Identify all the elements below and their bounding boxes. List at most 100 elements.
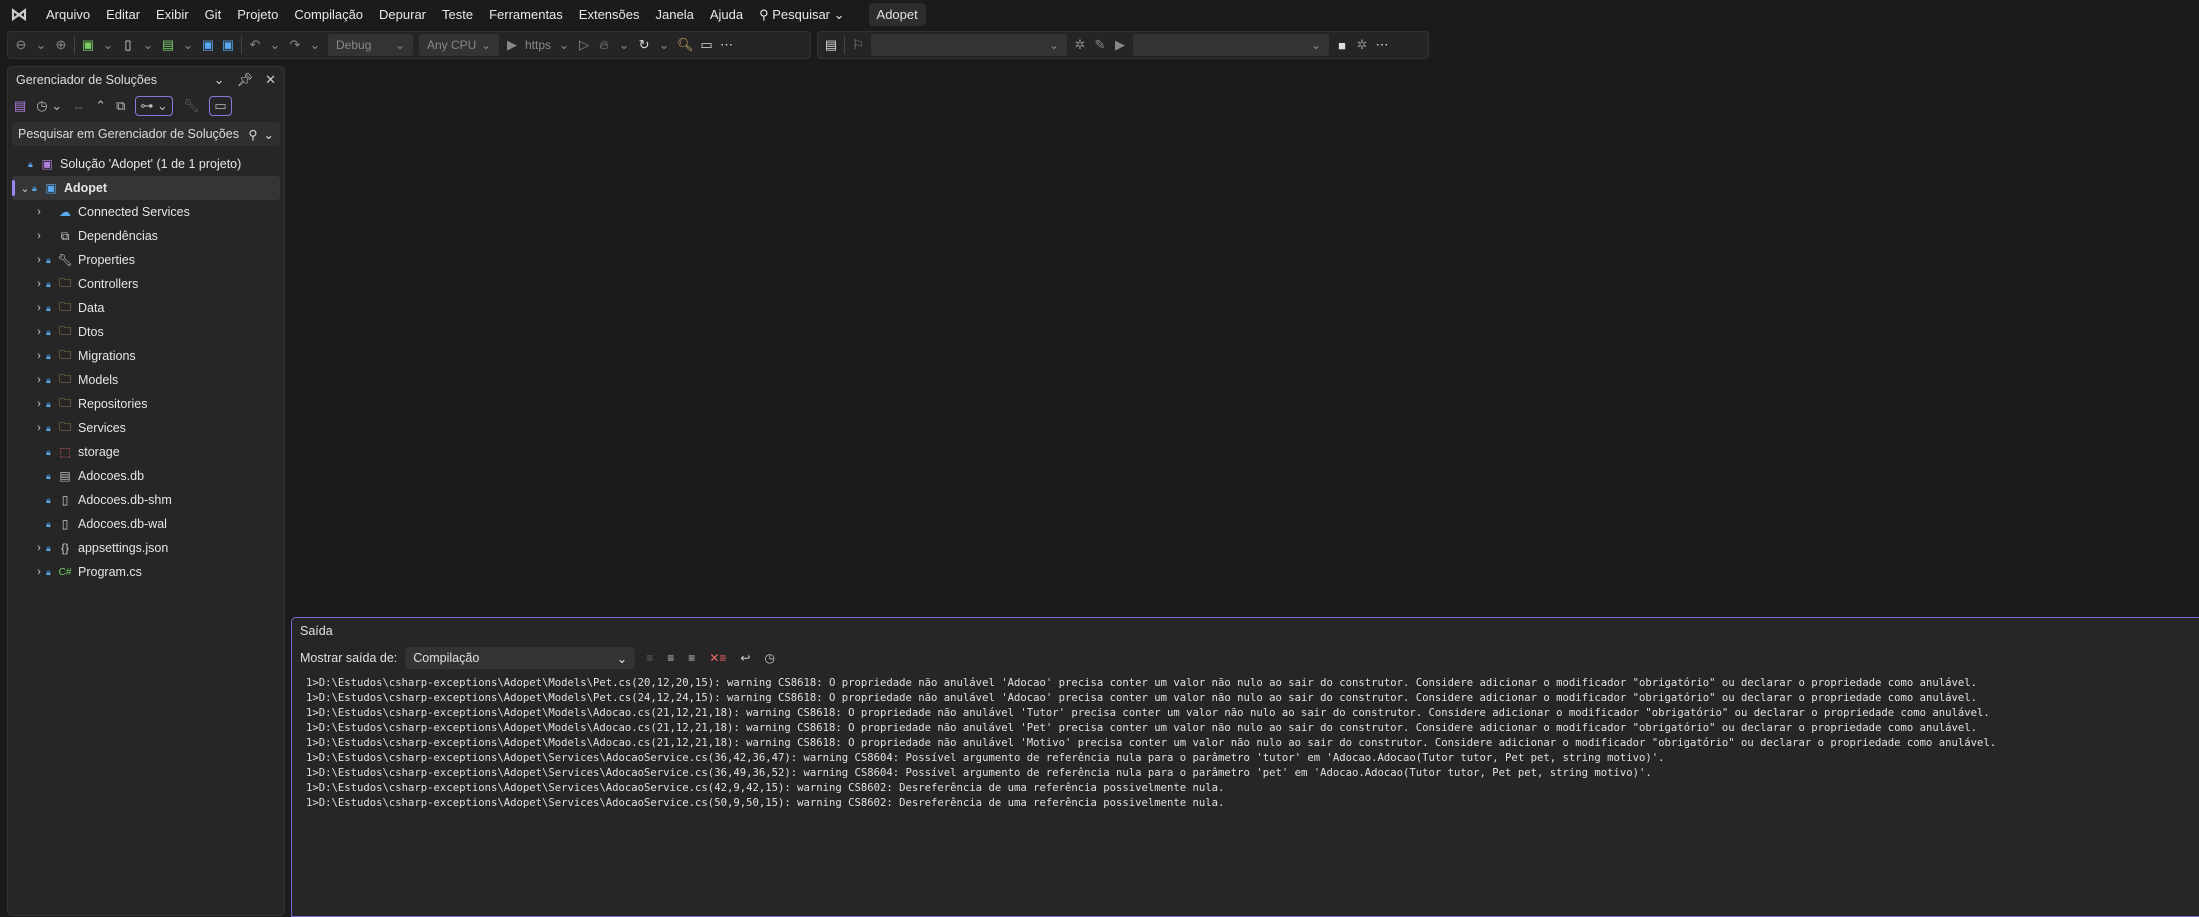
menu-0[interactable]: Arquivo <box>38 7 98 22</box>
close-icon[interactable]: ✕ <box>265 72 276 88</box>
more-icon[interactable]: ⋯ <box>1375 37 1389 53</box>
tree-item[interactable]: 🔒︎ ▤ Adocoes.db <box>8 464 284 488</box>
forward-icon[interactable]: ⊕ <box>54 37 68 53</box>
run-profile[interactable]: https <box>525 38 551 52</box>
step-icon[interactable]: ⚐ <box>851 37 865 53</box>
save-all-icon[interactable]: ▣ <box>221 37 235 53</box>
tree-item[interactable]: › 🔒︎ 🗀 Repositories <box>8 392 284 416</box>
chevron-right-icon[interactable]: › <box>32 254 46 266</box>
tree-item-label: Dependências <box>78 229 158 243</box>
redo-icon[interactable]: ↷ <box>288 37 302 53</box>
tree-item[interactable]: 🔒︎ ⬚ storage <box>8 440 284 464</box>
menu-2[interactable]: Exibir <box>148 7 197 22</box>
git-filter-icon[interactable]: ⊶ ⌄ <box>135 96 173 116</box>
preview-icon[interactable]: ▭ <box>209 96 232 116</box>
tree-item[interactable]: › 🔒︎ {} appsettings.json <box>8 536 284 560</box>
chevron-right-icon[interactable]: › <box>32 302 46 314</box>
menu-11[interactable]: Ajuda <box>702 7 751 22</box>
menu-8[interactable]: Ferramentas <box>481 7 571 22</box>
chevron-down-icon[interactable]: ⌄ <box>18 182 32 195</box>
tree-item[interactable]: › 🔒︎ 🗀 Dtos <box>8 320 284 344</box>
platform-select[interactable]: Any CPU ⌄ <box>419 34 499 56</box>
comment-icon[interactable]: ▤ <box>824 37 838 53</box>
play-icon[interactable]: ▶ <box>1113 37 1127 53</box>
chevron-right-icon[interactable]: › <box>32 230 46 242</box>
go-to-previous-icon[interactable]: ≡ <box>646 651 653 665</box>
tree-item[interactable]: 🔒︎ ▯ Adocoes.db-shm <box>8 488 284 512</box>
menu-5[interactable]: Compilação <box>286 7 371 22</box>
chevron-right-icon[interactable]: › <box>32 374 46 386</box>
menu-6[interactable]: Depurar <box>371 7 434 22</box>
add-item-icon[interactable]: ▤ <box>161 37 175 53</box>
collapse-all-icon[interactable]: ⌃ <box>95 98 106 114</box>
tree-item[interactable]: › 🔒︎ 🗀 Models <box>8 368 284 392</box>
lock-icon: 🔒︎ <box>46 254 51 265</box>
properties-icon[interactable]: 🔧︎ <box>183 98 200 114</box>
word-wrap-icon[interactable]: ↩ <box>740 651 750 665</box>
file-icon: ▯ <box>61 517 69 531</box>
menu-4[interactable]: Projeto <box>229 7 286 22</box>
undo-icon[interactable]: ↶ <box>248 37 262 53</box>
find-in-files-icon[interactable]: 🔍︎ <box>677 37 694 53</box>
switch-views-icon[interactable]: ▤ <box>14 98 26 114</box>
pending-changes-icon[interactable]: ◷ ⌄ <box>36 98 62 114</box>
menu-9[interactable]: Extensões <box>571 7 648 22</box>
start-without-debug-icon[interactable]: ▷ <box>577 37 591 53</box>
hot-reload-icon[interactable]: 🔥︎ <box>597 37 611 53</box>
chevron-right-icon[interactable]: › <box>32 542 46 554</box>
go-to-previous-message-icon[interactable]: ≡ <box>667 651 674 665</box>
tree-item[interactable]: › ☁ Connected Services <box>8 200 284 224</box>
more-icon[interactable]: ⋯ <box>720 37 734 53</box>
output-line: 1>D:\Estudos\csharp-exceptions\Adopet\Se… <box>306 767 1652 779</box>
chevron-right-icon[interactable]: › <box>32 278 46 290</box>
solution-search-input[interactable]: Pesquisar em Gerenciador de Soluções (C … <box>12 122 280 146</box>
attach-icon[interactable]: ✲ <box>1355 37 1369 53</box>
tree-project[interactable]: ⌄ 🔒︎ ▣ Adopet <box>12 176 280 200</box>
tree-item[interactable]: › 🔒︎ 🗀 Controllers <box>8 272 284 296</box>
new-file-icon[interactable]: ▯ <box>121 37 135 53</box>
debug-icon[interactable]: ✲ <box>1073 37 1087 53</box>
menu-10[interactable]: Janela <box>648 7 702 22</box>
stop-icon[interactable]: ■ <box>1335 38 1349 53</box>
tree-item[interactable]: › 🔒︎ C# Program.cs <box>8 560 284 584</box>
output-source-select[interactable]: Compilação ⌄ <box>405 647 636 669</box>
tree-item[interactable]: 🔒︎ ▯ Adocoes.db-wal <box>8 512 284 536</box>
back-icon[interactable]: ⊖ <box>14 37 28 53</box>
search-menu[interactable]: ⚲ Pesquisar ⌄ <box>751 7 852 23</box>
chevron-right-icon[interactable]: › <box>32 350 46 362</box>
run-icon[interactable]: ▶ <box>505 37 519 53</box>
chevron-right-icon[interactable]: › <box>32 326 46 338</box>
chevron-right-icon[interactable]: › <box>32 566 46 578</box>
folder-icon: 🗀 <box>58 323 71 338</box>
menu-3[interactable]: Git <box>197 7 230 22</box>
tree-item[interactable]: › ⧉ Dependências <box>8 224 284 248</box>
output-text[interactable]: 1>D:\Estudos\csharp-exceptions\Adopet\Mo… <box>292 672 2199 815</box>
member-select[interactable]: ⌄ <box>1133 34 1329 56</box>
tree-item[interactable]: › 🔒︎ 🗀 Migrations <box>8 344 284 368</box>
browser-link-icon[interactable]: ▭ <box>700 37 714 53</box>
tree-item[interactable]: › 🔒︎ 🗀 Data <box>8 296 284 320</box>
refresh-icon[interactable]: ↻ <box>637 37 651 53</box>
menu-1[interactable]: Editar <box>98 7 148 22</box>
tree-item[interactable]: › 🔒︎ 🗀 Services <box>8 416 284 440</box>
menu-7[interactable]: Teste <box>434 7 481 22</box>
show-all-files-icon[interactable]: ⧉ <box>116 98 125 114</box>
chevron-right-icon[interactable]: › <box>32 398 46 410</box>
chevron-right-icon[interactable]: › <box>32 422 46 434</box>
clear-all-icon[interactable]: ✕≡ <box>709 651 726 665</box>
new-project-icon[interactable]: ▣ <box>81 37 95 53</box>
go-to-next-message-icon[interactable]: ≡ <box>688 651 695 665</box>
configuration-select[interactable]: Debug ⌄ <box>328 34 413 56</box>
chevron-right-icon[interactable]: › <box>32 206 46 218</box>
pen-icon[interactable]: ✎ <box>1093 37 1107 53</box>
save-icon[interactable]: ▣ <box>201 37 215 53</box>
timestamp-icon[interactable]: ◷ <box>764 651 774 665</box>
target-select[interactable]: ⌄ <box>871 34 1067 56</box>
pin-icon[interactable]: 📌︎ <box>237 72 254 88</box>
chevron-down-icon[interactable]: ⌄ <box>214 72 225 88</box>
sync-icon[interactable]: ⇔ <box>72 99 85 114</box>
solution-title-badge: Adopet <box>868 3 926 26</box>
chevron-down-icon[interactable]: ⌄ <box>264 127 274 142</box>
tree-solution[interactable]: 🔒︎ ▣ Solução 'Adopet' (1 de 1 projeto) <box>8 152 284 176</box>
tree-item[interactable]: › 🔒︎ 🔧︎ Properties <box>8 248 284 272</box>
